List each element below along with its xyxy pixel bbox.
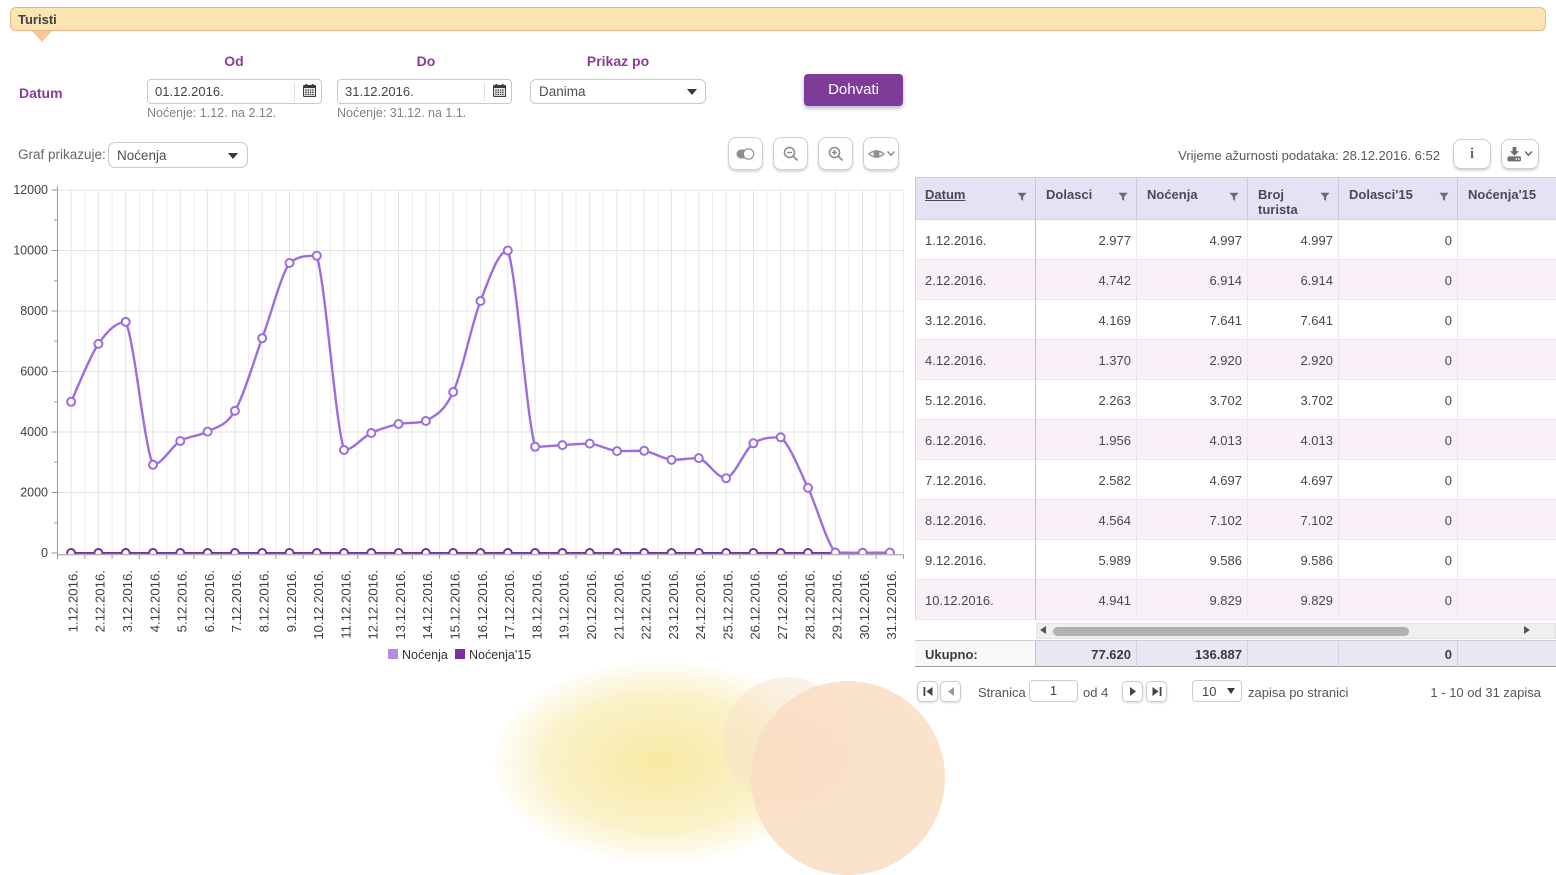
svg-text:22.12.2016.: 22.12.2016.: [639, 570, 654, 640]
svg-text:0: 0: [41, 546, 48, 560]
svg-text:28.12.2016.: 28.12.2016.: [802, 570, 817, 640]
svg-text:27.12.2016.: 27.12.2016.: [775, 570, 790, 640]
svg-text:13.12.2016.: 13.12.2016.: [393, 570, 408, 640]
svg-text:1.12.2016.: 1.12.2016.: [65, 570, 80, 632]
svg-text:9.12.2016.: 9.12.2016.: [284, 570, 299, 632]
svg-text:11.12.2016.: 11.12.2016.: [338, 570, 353, 639]
svg-text:17.12.2016.: 17.12.2016.: [502, 570, 517, 640]
svg-text:6000: 6000: [20, 365, 48, 379]
svg-text:2000: 2000: [20, 486, 48, 500]
svg-text:5.12.2016.: 5.12.2016.: [175, 570, 190, 632]
svg-text:7.12.2016.: 7.12.2016.: [229, 570, 244, 632]
svg-text:10.12.2016.: 10.12.2016.: [311, 570, 326, 640]
svg-text:19.12.2016.: 19.12.2016.: [557, 570, 572, 640]
svg-text:8000: 8000: [20, 304, 48, 318]
svg-text:4.12.2016.: 4.12.2016.: [147, 570, 162, 632]
svg-text:6.12.2016.: 6.12.2016.: [202, 570, 217, 632]
svg-text:4000: 4000: [20, 425, 48, 439]
svg-text:Noćenja: Noćenja: [402, 648, 448, 662]
svg-text:12000: 12000: [13, 183, 48, 197]
svg-text:31.12.2016.: 31.12.2016.: [884, 570, 899, 640]
svg-text:Noćenja'15: Noćenja'15: [469, 648, 531, 662]
svg-text:20.12.2016.: 20.12.2016.: [584, 570, 599, 640]
svg-text:16.12.2016.: 16.12.2016.: [475, 570, 490, 640]
svg-text:24.12.2016.: 24.12.2016.: [693, 570, 708, 640]
svg-text:2.12.2016.: 2.12.2016.: [93, 570, 108, 632]
svg-text:3.12.2016.: 3.12.2016.: [120, 570, 135, 632]
svg-text:15.12.2016.: 15.12.2016.: [448, 570, 463, 640]
svg-text:8.12.2016.: 8.12.2016.: [257, 570, 272, 632]
svg-text:29.12.2016.: 29.12.2016.: [830, 570, 845, 640]
svg-text:21.12.2016.: 21.12.2016.: [611, 570, 626, 640]
svg-text:10000: 10000: [13, 244, 48, 258]
svg-text:18.12.2016.: 18.12.2016.: [529, 570, 544, 640]
svg-text:23.12.2016.: 23.12.2016.: [666, 570, 681, 640]
svg-text:26.12.2016.: 26.12.2016.: [748, 570, 763, 640]
svg-text:30.12.2016.: 30.12.2016.: [857, 570, 872, 640]
svg-text:14.12.2016.: 14.12.2016.: [420, 570, 435, 640]
svg-text:25.12.2016.: 25.12.2016.: [720, 570, 735, 640]
svg-text:12.12.2016.: 12.12.2016.: [366, 570, 381, 640]
